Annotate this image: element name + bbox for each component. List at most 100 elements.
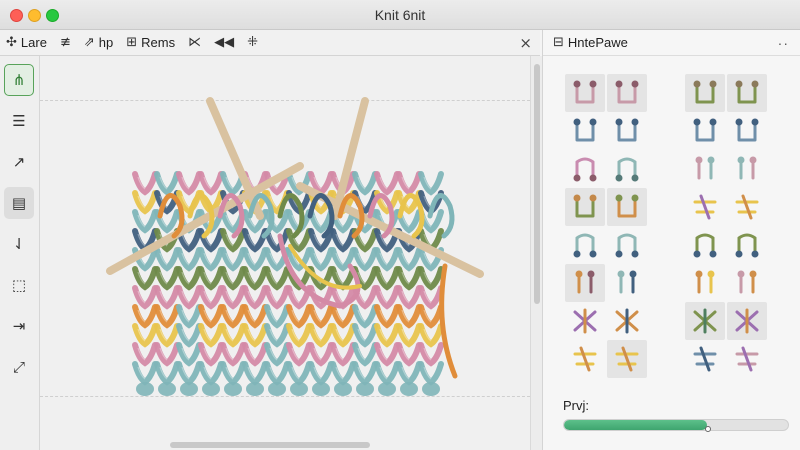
horizontal-scrollbar[interactable] bbox=[40, 440, 530, 450]
toolbar-item-rems[interactable]: ⊞ Rems bbox=[126, 35, 175, 50]
rail-button-1[interactable]: ⋔ bbox=[4, 64, 34, 96]
rail-button-3[interactable]: ↗ bbox=[4, 146, 34, 178]
progress-fill bbox=[564, 420, 708, 430]
stitch-symbol-cell[interactable] bbox=[685, 112, 725, 150]
stitch-symbol-cell[interactable] bbox=[607, 226, 647, 264]
toolbar-item-lare[interactable]: ✣ Lare bbox=[6, 35, 47, 50]
canvas[interactable] bbox=[40, 56, 560, 440]
knitted-swatch-illustration bbox=[106, 97, 484, 396]
stitch-symbol-icon bbox=[693, 346, 717, 372]
stitch-symbol-cell[interactable] bbox=[565, 264, 605, 302]
toolbar: ✣ Lare ≢ ⇗ hp ⊞ Rems ⋉ ◀◀ ⁜ × bbox=[0, 30, 540, 56]
title-bar: Knit 6nit bbox=[0, 0, 800, 30]
rail-button-5[interactable]: ⇃ bbox=[4, 228, 34, 260]
scrollbar-thumb[interactable] bbox=[534, 64, 540, 304]
stitch-symbol-cell[interactable] bbox=[607, 112, 647, 150]
rewind-icon: ◀◀ bbox=[214, 35, 235, 50]
window-title: Knit 6nit bbox=[374, 7, 426, 23]
stitch-symbol-icon bbox=[615, 157, 639, 182]
stitch-symbol-icon bbox=[615, 308, 639, 334]
stitch-symbol-cell[interactable] bbox=[727, 302, 767, 340]
stitch-tool-icon: ⋔ bbox=[12, 71, 26, 89]
stitch-symbol-cell[interactable] bbox=[565, 302, 605, 340]
stitch-symbol-cell[interactable] bbox=[607, 264, 647, 302]
stitch-symbol-cell[interactable] bbox=[685, 150, 725, 188]
scrollbar-thumb[interactable] bbox=[170, 442, 370, 448]
stitch-symbol-cell[interactable] bbox=[565, 112, 605, 150]
stitch-symbol-icon bbox=[615, 80, 639, 104]
select-tool-icon: ⬚ bbox=[11, 276, 27, 294]
stitch-symbol-icon bbox=[573, 233, 597, 258]
stitch-symbol-cell[interactable] bbox=[607, 188, 647, 226]
align-icon: ≢ bbox=[59, 35, 71, 50]
toolbar-label: hp bbox=[98, 35, 114, 50]
stitch-symbol-cell[interactable] bbox=[565, 226, 605, 264]
toolbar-item-rewind[interactable]: ◀◀ bbox=[214, 35, 234, 50]
stitch-symbol-cell[interactable] bbox=[685, 226, 725, 264]
stitch-grid-left bbox=[565, 74, 647, 378]
stitch-grid-right bbox=[685, 74, 767, 378]
stitch-symbol-cell[interactable] bbox=[685, 340, 725, 378]
stitch-symbol-cell[interactable] bbox=[685, 264, 725, 302]
progress-bar[interactable] bbox=[563, 419, 789, 431]
rail-button-4[interactable]: ▤ bbox=[4, 187, 34, 219]
stitch-symbol-icon bbox=[573, 157, 597, 182]
resize-tool-icon: ⤢ bbox=[12, 358, 25, 376]
stitch-symbol-icon bbox=[735, 118, 759, 142]
stitch-symbol-cell[interactable] bbox=[565, 188, 605, 226]
stitch-symbol-cell[interactable] bbox=[685, 188, 725, 226]
stitch-symbol-cell[interactable] bbox=[685, 74, 725, 112]
grid-icon: ⊞ bbox=[126, 35, 138, 50]
cross-stitch-icon: ⋉ bbox=[188, 35, 202, 50]
stitch-symbol-icon bbox=[735, 346, 759, 372]
stitch-symbol-cell[interactable] bbox=[727, 226, 767, 264]
stitch-symbol-icon bbox=[573, 118, 597, 142]
rail-button-2[interactable]: ☰ bbox=[4, 105, 34, 137]
vertical-scrollbar[interactable] bbox=[530, 56, 542, 450]
toolbar-item-stitch[interactable]: ⋉ bbox=[188, 35, 201, 50]
stitch-symbol-cell[interactable] bbox=[727, 112, 767, 150]
stitch-palette-panel: ⊟ HntePawe ·· Prvj: bbox=[542, 30, 800, 450]
pattern-tool-icon: ▤ bbox=[11, 194, 27, 212]
progress-handle[interactable] bbox=[704, 426, 711, 432]
stitch-symbol-icon bbox=[573, 80, 597, 104]
bracket-tool-icon: ⇃ bbox=[12, 235, 26, 253]
stitch-symbol-icon bbox=[573, 346, 597, 372]
stitch-symbol-icon bbox=[735, 308, 759, 334]
share-icon: ⇗ bbox=[83, 35, 95, 50]
stitch-symbol-icon bbox=[735, 80, 759, 104]
toolbar-item-align[interactable]: ≢ bbox=[60, 35, 71, 50]
stitch-symbol-cell[interactable] bbox=[565, 74, 605, 112]
stitch-symbol-cell[interactable] bbox=[727, 340, 767, 378]
close-icon[interactable]: × bbox=[519, 34, 532, 52]
stitch-symbol-icon bbox=[693, 118, 717, 142]
rail-button-8[interactable]: ⤢ bbox=[4, 351, 34, 383]
stitch-symbol-cell[interactable] bbox=[727, 74, 767, 112]
toolbar-label: Rems bbox=[141, 35, 176, 50]
stitch-symbol-icon bbox=[737, 156, 757, 180]
toolbar-label: Lare bbox=[20, 35, 47, 50]
stitch-symbol-cell[interactable] bbox=[727, 150, 767, 188]
stitch-symbol-cell[interactable] bbox=[565, 150, 605, 188]
stitch-symbol-icon bbox=[735, 194, 759, 220]
stitch-symbol-cell[interactable] bbox=[607, 74, 647, 112]
stitch-symbol-cell[interactable] bbox=[607, 150, 647, 188]
rail-button-6[interactable]: ⬚ bbox=[4, 269, 34, 301]
stitch-symbol-cell[interactable] bbox=[727, 264, 767, 302]
stitch-symbol-icon bbox=[615, 118, 639, 142]
stitch-symbol-icon bbox=[693, 80, 717, 104]
stitch-symbol-cell[interactable] bbox=[607, 340, 647, 378]
toolbar-item-hp[interactable]: ⇗ hp bbox=[84, 35, 113, 50]
stitch-symbol-cell[interactable] bbox=[607, 302, 647, 340]
app-window: Knit 6nit ✣ Lare ≢ ⇗ hp ⊞ Rems ⋉ ◀◀ ⁜ × … bbox=[0, 0, 800, 450]
progress-label: Prvj: bbox=[563, 398, 589, 413]
stitch-symbol-cell[interactable] bbox=[565, 340, 605, 378]
rail-button-7[interactable]: ⇥ bbox=[4, 310, 34, 342]
more-options-icon[interactable]: ·· bbox=[778, 35, 789, 51]
sparkle-icon: ✣ bbox=[6, 35, 17, 50]
stitch-symbol-icon bbox=[737, 270, 757, 294]
stitch-symbol-cell[interactable] bbox=[685, 302, 725, 340]
toolbar-item-pattern[interactable]: ⁜ bbox=[247, 35, 258, 50]
export-tool-icon: ⇥ bbox=[12, 317, 26, 335]
stitch-symbol-cell[interactable] bbox=[727, 188, 767, 226]
